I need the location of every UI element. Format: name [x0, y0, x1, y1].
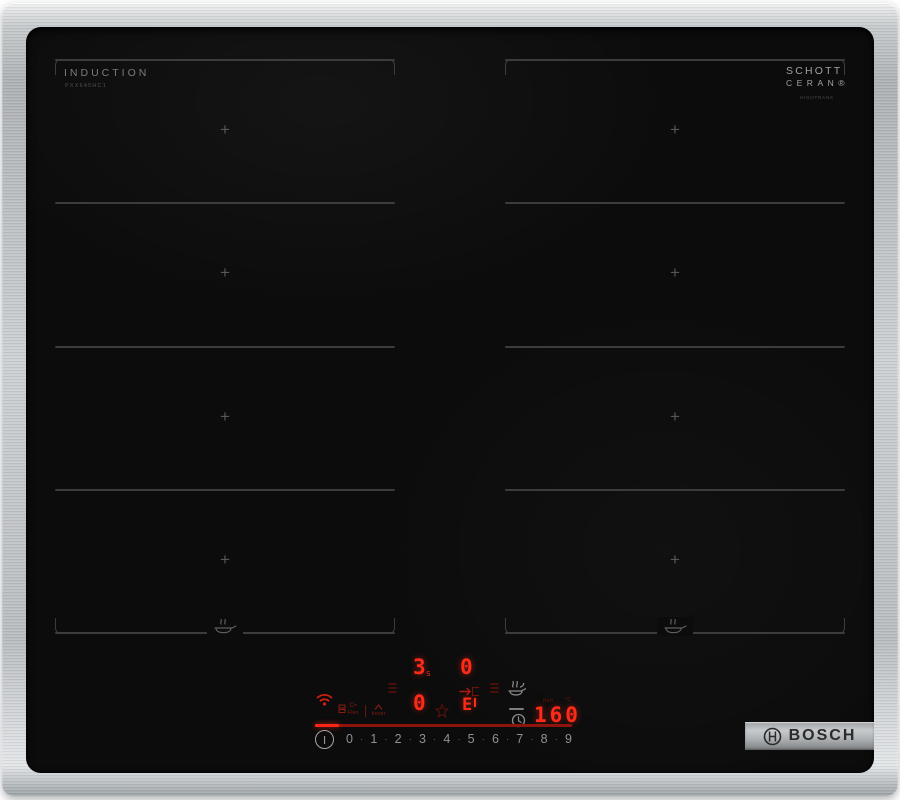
zone-plus-icon: +	[55, 121, 395, 139]
bosch-emblem-icon	[763, 727, 782, 746]
wifi-icon	[316, 693, 333, 711]
power-level-slider[interactable]: 0 · 1 · 2 · 3 · 4 · 5 · 6 · 7 · 8 · 9	[346, 732, 572, 746]
aux-divider	[365, 705, 366, 717]
boost-key-label: boost	[372, 712, 386, 718]
slider-track-active	[315, 724, 339, 727]
venting-icon[interactable]	[505, 679, 528, 700]
level-0[interactable]: 0	[346, 732, 353, 746]
boost-peak-icon	[374, 704, 383, 710]
residual-heat-indicator	[388, 683, 397, 693]
vent-level-dash	[509, 708, 524, 710]
level-dot: ·	[482, 734, 485, 744]
zone-plus-icon: +	[55, 551, 395, 569]
stainless-frame: INDUCTION PXX645HC1 SCHOTT CERAN® HIGHTR…	[2, 3, 898, 797]
zone-corner	[505, 618, 521, 634]
zone-divider	[55, 489, 395, 491]
zone-corner	[829, 59, 845, 75]
level-4[interactable]: 4	[443, 732, 450, 746]
flex-induction-icon	[338, 704, 346, 713]
level-digit: 0	[413, 691, 426, 715]
power-level-display-top: 0	[460, 657, 473, 679]
level-digit: 0	[460, 655, 473, 679]
timer-digit: 3	[413, 655, 426, 679]
perfect-fry-icon	[207, 617, 243, 636]
zone-corner	[829, 618, 845, 634]
level-1[interactable]: 1	[370, 732, 377, 746]
flex-key[interactable]: C≈ Flex	[338, 704, 359, 717]
zone-plus-icon: +	[505, 408, 845, 426]
level-dot: ·	[384, 734, 387, 744]
power-button[interactable]	[315, 730, 334, 749]
zone-indicator-bar	[474, 698, 476, 707]
bosch-badge: BOSCH	[745, 722, 874, 750]
residual-heat-indicator	[490, 683, 499, 693]
ceran-glass-surface: INDUCTION PXX645HC1 SCHOTT CERAN® HIGHTR…	[26, 27, 874, 773]
zone-divider	[505, 59, 845, 61]
power-icon	[324, 736, 326, 744]
zone-divider	[55, 202, 395, 204]
zone-plus-icon: +	[55, 408, 395, 426]
flex-key-label: Flex	[348, 711, 359, 717]
zone-corner	[55, 59, 71, 75]
flex-zone-right: + + + +	[505, 59, 845, 634]
zone-indicator-display: E	[462, 697, 476, 714]
level-dot: ·	[506, 734, 509, 744]
level-dot: ·	[457, 734, 460, 744]
level-3[interactable]: 3	[419, 732, 426, 746]
level-dot: ·	[409, 734, 412, 744]
zone-corner	[505, 59, 521, 75]
level-dot: ·	[360, 734, 363, 744]
zone-corner	[379, 59, 395, 75]
zone-corner	[379, 618, 395, 634]
flex-zone-left: + + + +	[55, 59, 395, 634]
zone-divider	[505, 202, 845, 204]
boost-key[interactable]: boost	[372, 704, 386, 717]
flex-key-symbol: C≈	[350, 704, 358, 710]
zone-corner	[55, 618, 71, 634]
slider-track	[315, 724, 572, 727]
sparkle-icon	[434, 703, 450, 719]
timer-seconds-display: 3s	[413, 657, 431, 679]
level-6[interactable]: 6	[492, 732, 499, 746]
zone-divider	[505, 489, 845, 491]
level-dot: ·	[433, 734, 436, 744]
level-5[interactable]: 5	[468, 732, 475, 746]
aux-function-keys: C≈ Flex boost	[338, 704, 385, 717]
level-dot: ·	[555, 734, 558, 744]
zone-letter: E	[462, 697, 472, 714]
zone-divider	[55, 346, 395, 348]
bosch-wordmark: BOSCH	[789, 727, 857, 745]
timer-unit: s	[426, 669, 431, 679]
zone-plus-icon: +	[505, 264, 845, 282]
level-7[interactable]: 7	[516, 732, 523, 746]
perfect-fry-icon	[657, 617, 693, 636]
zone-divider	[55, 59, 395, 61]
zone-plus-icon: +	[55, 264, 395, 282]
zone-plus-icon: +	[505, 121, 845, 139]
level-9[interactable]: 9	[565, 732, 572, 746]
zone-plus-icon: +	[505, 551, 845, 569]
level-8[interactable]: 8	[541, 732, 548, 746]
temperature-display: 160	[534, 705, 581, 726]
power-level-display-bottom: 0	[413, 693, 426, 715]
level-dot: ·	[530, 734, 533, 744]
level-2[interactable]: 2	[395, 732, 402, 746]
zone-divider	[505, 346, 845, 348]
